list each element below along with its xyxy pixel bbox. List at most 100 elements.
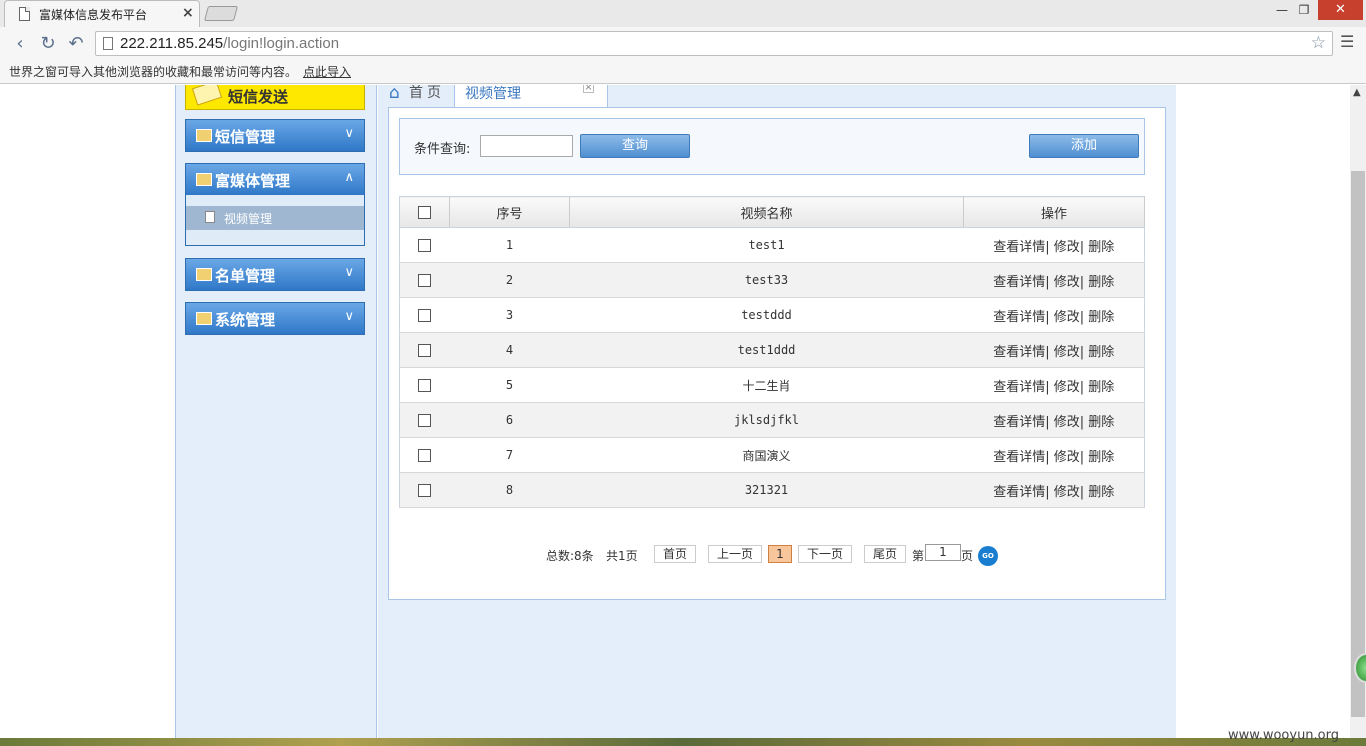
header-name: 视频名称 <box>569 196 964 228</box>
row-name: testddd <box>569 297 964 333</box>
content-tabs: ⌂ 首页 视频管理 × <box>378 85 1176 107</box>
tab-home[interactable]: ⌂ 首页 <box>386 85 454 107</box>
home-icon: ⌂ <box>389 85 400 103</box>
chevron-down-icon: ∨ <box>344 126 354 141</box>
delete-link[interactable]: 删除 <box>1088 275 1114 290</box>
bookmark-import-link[interactable]: 点此导入 <box>303 63 351 80</box>
first-page-button[interactable]: 首页 <box>654 545 696 563</box>
edit-link[interactable]: 修改 <box>1054 450 1080 465</box>
undo-icon[interactable]: ↶ <box>65 33 87 55</box>
close-tab-icon[interactable]: × <box>182 5 194 21</box>
edit-link[interactable]: 修改 <box>1054 415 1080 430</box>
view-detail-link[interactable]: 查看详情 <box>993 310 1045 325</box>
menu-group-list[interactable]: 名单管理 ∨ <box>185 258 365 291</box>
delete-link[interactable]: 删除 <box>1088 450 1114 465</box>
edit-link[interactable]: 修改 <box>1054 310 1080 325</box>
bookmark-bar: 世界之窗可导入其他浏览器的收藏和最常访问等内容。 点此导入 <box>0 60 1366 84</box>
next-page-button[interactable]: 下一页 <box>798 545 852 563</box>
delete-link[interactable]: 删除 <box>1088 310 1114 325</box>
row-checkbox[interactable] <box>418 379 432 392</box>
view-detail-link[interactable]: 查看详情 <box>993 450 1045 465</box>
edit-link[interactable]: 修改 <box>1054 345 1080 360</box>
query-button[interactable]: 查询 <box>580 134 690 158</box>
goto-page-input[interactable]: 1 <box>925 544 961 561</box>
page-viewport: 短信发送 短信管理 ∨ 富媒体管理 ∧ 视频管理 名单管理 ∨ 系统管理 ∨ ⌂… <box>0 85 1350 746</box>
row-checkbox[interactable] <box>418 449 432 462</box>
new-tab-button[interactable] <box>203 6 239 21</box>
menu-sub-richmedia: 视频管理 <box>186 195 364 245</box>
search-box: 条件查询: 查询 添加 <box>399 118 1145 175</box>
bookmark-import-message: 世界之窗可导入其他浏览器的收藏和最常访问等内容。 <box>9 65 298 79</box>
row-select-cell <box>399 332 450 368</box>
row-select-cell <box>399 367 450 403</box>
menu-head-system[interactable]: 系统管理 ∨ <box>186 303 364 334</box>
op-separator: | <box>1045 274 1050 290</box>
view-detail-link[interactable]: 查看详情 <box>993 415 1045 430</box>
menu-group-system[interactable]: 系统管理 ∨ <box>185 302 365 335</box>
restore-button[interactable]: ❐ <box>1290 0 1318 20</box>
delete-link[interactable]: 删除 <box>1088 415 1114 430</box>
menu-group-sms[interactable]: 短信管理 ∨ <box>185 119 365 152</box>
address-bar[interactable]: 222.211.85.245/login!login.action ☆ <box>95 31 1333 56</box>
browser-tab[interactable]: 富媒体信息发布平台 × <box>4 0 200 27</box>
window-close-button[interactable]: ✕ <box>1318 0 1363 20</box>
scroll-thumb[interactable] <box>1351 171 1365 717</box>
row-select-cell <box>399 262 450 298</box>
document-icon <box>205 211 215 223</box>
view-detail-link[interactable]: 查看详情 <box>993 240 1045 255</box>
row-no: 4 <box>449 332 570 368</box>
video-table: 序号 视频名称 操作 1 test1 查看详情| 修改| 删除 2 test33 查看详情… <box>399 196 1145 508</box>
row-no: 8 <box>449 472 570 508</box>
row-ops: 查看详情| 修改| 删除 <box>963 332 1145 368</box>
row-no: 2 <box>449 262 570 298</box>
edit-link[interactable]: 修改 <box>1054 485 1080 500</box>
row-checkbox[interactable] <box>418 309 432 322</box>
edit-link[interactable]: 修改 <box>1054 240 1080 255</box>
search-input[interactable] <box>480 135 573 157</box>
close-tab-icon[interactable]: × <box>583 85 594 93</box>
row-checkbox[interactable] <box>418 274 432 287</box>
menu-head-richmedia[interactable]: 富媒体管理 ∧ <box>186 164 364 195</box>
prev-page-button[interactable]: 上一页 <box>708 545 762 563</box>
tab-video-management[interactable]: 视频管理 × <box>454 85 608 107</box>
delete-link[interactable]: 删除 <box>1088 485 1114 500</box>
row-no: 6 <box>449 402 570 438</box>
browser-menu-icon[interactable]: ☰ <box>1340 32 1354 51</box>
go-button[interactable]: GO <box>978 546 998 566</box>
menu-group-richmedia[interactable]: 富媒体管理 ∧ 视频管理 <box>185 163 365 246</box>
refresh-icon[interactable]: ↻ <box>37 33 59 55</box>
page-scrollbar[interactable]: ▲ <box>1350 85 1366 746</box>
view-detail-link[interactable]: 查看详情 <box>993 275 1045 290</box>
view-detail-link[interactable]: 查看详情 <box>993 345 1045 360</box>
select-all-checkbox[interactable] <box>418 205 431 219</box>
row-no: 1 <box>449 227 570 263</box>
delete-link[interactable]: 删除 <box>1088 345 1114 360</box>
row-checkbox[interactable] <box>418 414 432 427</box>
table-row: 5 十二生肖 查看详情| 修改| 删除 <box>399 367 1145 403</box>
edit-link[interactable]: 修改 <box>1054 275 1080 290</box>
row-name: test1ddd <box>569 332 964 368</box>
op-separator: | <box>1045 414 1050 430</box>
edit-link[interactable]: 修改 <box>1054 380 1080 395</box>
delete-link[interactable]: 删除 <box>1088 240 1114 255</box>
row-checkbox[interactable] <box>418 484 432 497</box>
op-separator: | <box>1045 379 1050 395</box>
sidebar-item-video[interactable]: 视频管理 <box>186 206 364 230</box>
delete-link[interactable]: 删除 <box>1088 380 1114 395</box>
row-checkbox[interactable] <box>418 239 432 252</box>
add-button[interactable]: 添加 <box>1029 134 1139 158</box>
menu-head-list[interactable]: 名单管理 ∨ <box>186 259 364 290</box>
bookmark-star-icon[interactable]: ☆ <box>1311 33 1326 53</box>
back-icon[interactable]: ‹ <box>9 33 31 55</box>
row-ops: 查看详情| 修改| 删除 <box>963 402 1145 438</box>
view-detail-link[interactable]: 查看详情 <box>993 380 1045 395</box>
menu-head-sms[interactable]: 短信管理 ∨ <box>186 120 364 151</box>
page-icon <box>103 37 113 50</box>
select-all-cell <box>399 196 450 228</box>
sms-send-button[interactable]: 短信发送 <box>185 85 365 110</box>
last-page-button[interactable]: 尾页 <box>864 545 906 563</box>
current-page[interactable]: 1 <box>768 545 792 563</box>
view-detail-link[interactable]: 查看详情 <box>993 485 1045 500</box>
row-checkbox[interactable] <box>418 344 432 357</box>
scroll-up-icon[interactable]: ▲ <box>1353 87 1361 98</box>
